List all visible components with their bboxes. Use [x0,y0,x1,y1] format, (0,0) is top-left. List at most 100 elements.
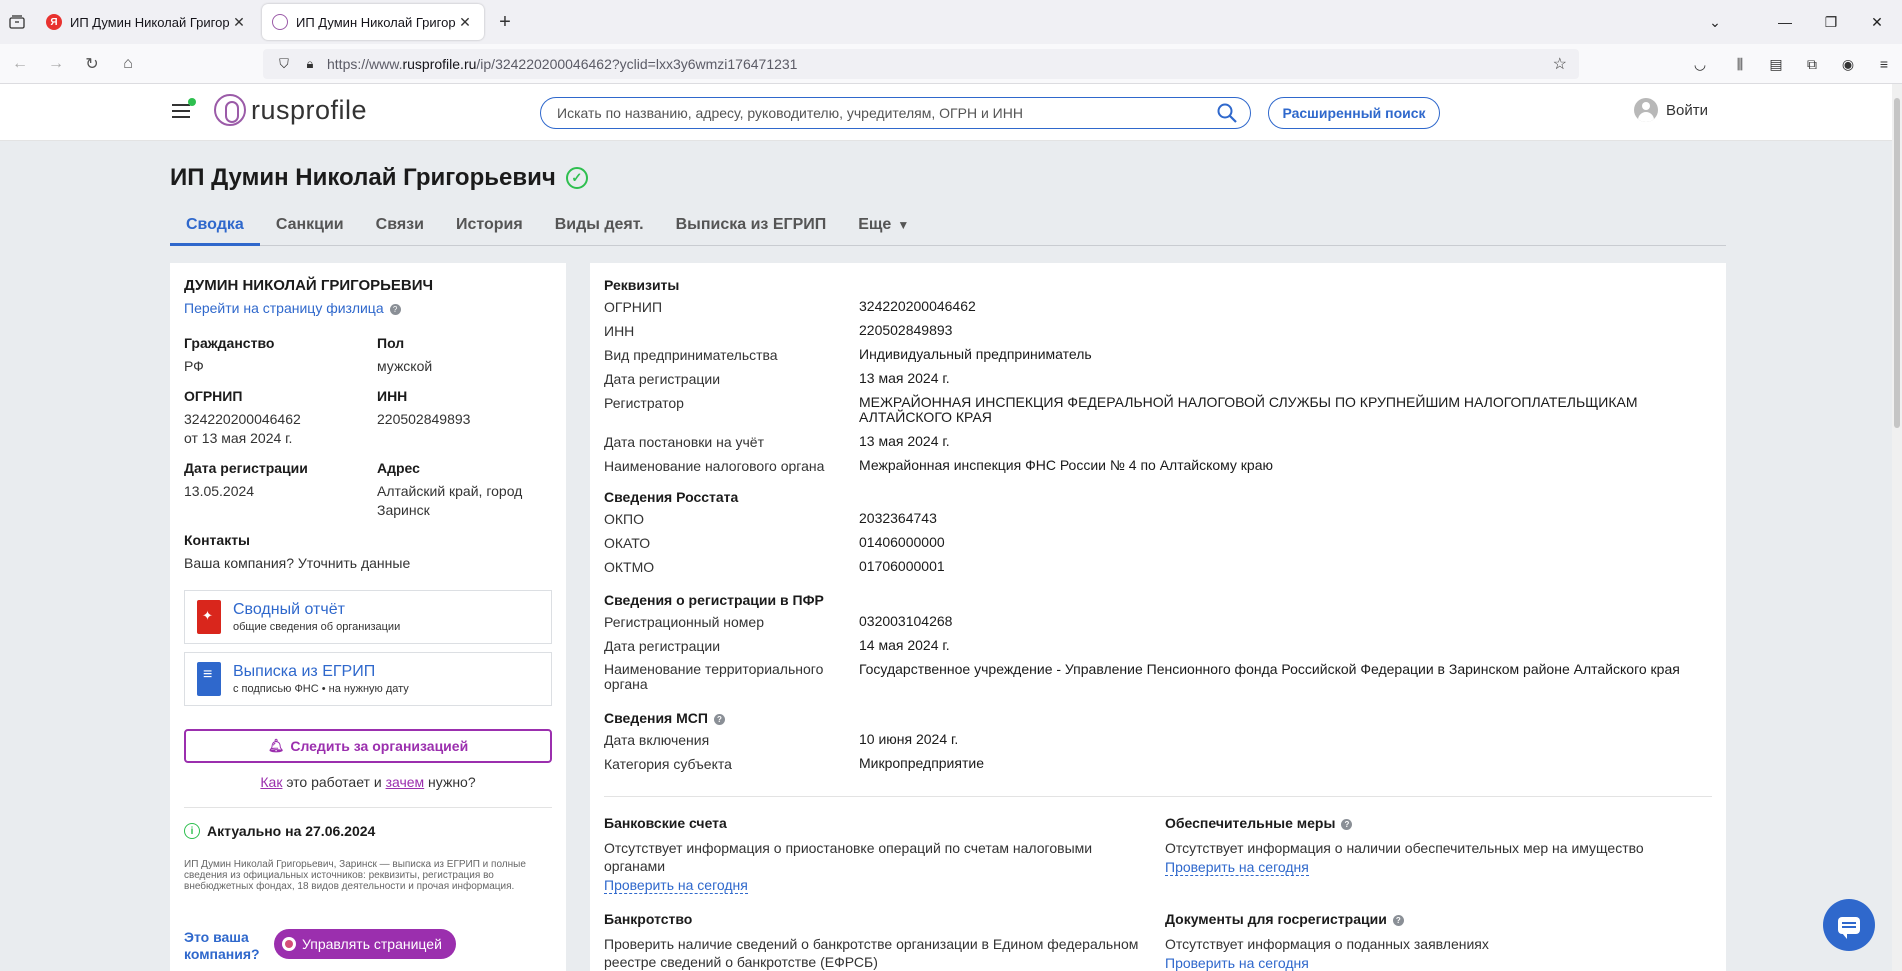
field-label: Гражданство [184,335,275,351]
extract-subtitle: с подписью ФНС • на нужную дату [233,683,409,695]
check-today-link[interactable]: Проверить на сегодня [1165,859,1309,876]
msp-title-text: Сведения МСП [604,710,708,726]
help-icon[interactable]: ? [713,714,725,725]
tab-egrip-extract[interactable]: Выписка из ЕГРИП [660,213,843,246]
tab-overflow-chevron-icon[interactable]: ⌄ [1692,14,1738,31]
pdf-icon [197,600,221,634]
tab-links[interactable]: Связи [360,213,440,246]
close-tab-icon[interactable]: ✕ [230,14,248,31]
close-window-icon[interactable]: ✕ [1854,14,1900,31]
chat-button[interactable] [1823,899,1875,951]
account-icon[interactable]: ◉ [1830,56,1866,73]
field-value: РФ [184,358,204,374]
extensions-icon[interactable]: ⧉ [1794,56,1830,73]
restore-icon[interactable]: ❐ [1808,14,1854,31]
check-today-link[interactable]: Проверить на сегодня [604,877,748,894]
bookmark-star-icon[interactable]: ☆ [1553,54,1567,74]
tab-summary[interactable]: Сводка [170,213,260,246]
field-label: ИНН [377,388,408,404]
close-tab-icon[interactable]: ✕ [456,14,474,31]
details-card: Реквизиты ОГРНИП 324220200046462 ИНН 22050… [590,263,1726,971]
contacts-link[interactable]: Ваша компания? Уточнить данные [184,554,410,573]
row-key: ОГРНИП [604,299,663,315]
pfr-title: Сведения о регистрации в ПФР [604,592,824,608]
search-icon[interactable] [1216,102,1238,127]
new-tab-button[interactable]: + [490,7,520,37]
row-value: 13 мая 2024 г. [859,433,950,449]
help-icon[interactable]: ? [1341,819,1353,830]
page-description: ИП Думин Николай Григорьевич, Заринск — … [184,859,526,892]
extract-title: Выписка из ЕГРИП [233,663,376,680]
help-icon[interactable]: ? [1392,915,1404,926]
home-icon[interactable]: ⌂ [110,48,146,80]
back-icon[interactable]: ← [2,48,38,80]
actual-date-text: Актуально на 27.06.2024 [207,823,376,839]
address-field: Адрес Алтайский край, город Заринск [377,460,552,520]
citizenship-field: Гражданство РФ [184,335,274,376]
forward-icon[interactable]: → [38,48,74,80]
hamburger-menu-icon[interactable] [172,98,196,118]
tab-list-icon[interactable] [2,7,32,37]
tab-sanctions[interactable]: Санкции [260,213,360,246]
row-key: ОКПО [604,511,644,527]
login-button[interactable]: Войти [1634,98,1708,122]
row-key: Дата включения [604,732,710,748]
scrollbar-thumb[interactable] [1894,98,1900,428]
shield-icon[interactable]: ⛉ [271,56,297,72]
help-icon[interactable]: ? [389,304,401,315]
sidebar-icon[interactable]: ▤ [1758,56,1794,73]
url-text: https://www.rusprofile.ru/ip/32422020004… [327,56,797,72]
url-host: rusprofile.ru [402,56,477,72]
url-path: /ip/324220200046462?yclid=lxx3y6wmzi1764… [476,56,798,72]
block-description: Проверить наличие сведений о банкротстве… [604,936,1139,970]
regdate-field: Дата регистрации 13.05.2024 [184,460,308,501]
row-value: Государственное учреждение - Управление … [859,661,1680,677]
egrip-extract-button[interactable]: Выписка из ЕГРИП с подписью ФНС • на нуж… [184,652,552,706]
follow-organization-button[interactable]: 🔔︎ Следить за организацией [184,729,552,763]
library-icon[interactable]: ⫼ [1722,56,1758,73]
row-value: 2032364743 [859,510,937,526]
how-text: нужно? [424,774,476,790]
how-link[interactable]: Как [260,774,282,790]
menu-icon[interactable]: ≡ [1866,56,1902,72]
summary-report-button[interactable]: Сводный отчёт общие сведения об организа… [184,590,552,644]
row-value: 220502849893 [859,322,953,338]
row-key: Вид предпринимательства [604,347,778,363]
avatar-icon [1634,98,1658,122]
browser-tab-2[interactable]: ИП Думин Николай Григорьевич ✕ [262,4,484,40]
how-text: это работает и [282,774,386,790]
url-prefix: https://www. [327,56,403,72]
person-page-link[interactable]: Перейти на страницу физлица [184,300,384,316]
rusprofile-logo[interactable]: rusprofile [214,94,367,126]
row-value: 14 мая 2024 г. [859,637,950,653]
check-today-link[interactable]: Проверить на сегодня [1165,955,1309,971]
tab-activities[interactable]: Виды деят. [539,213,660,246]
field-label: Контакты [184,532,251,548]
url-bar[interactable]: ⛉ 🔒︎ https://www.rusprofile.ru/ip/324220… [263,49,1579,79]
block-description: Отсутствует информация о наличии обеспеч… [1165,840,1644,856]
signed-document-icon [197,662,221,696]
pocket-icon[interactable]: ◡ [1682,56,1718,73]
row-value: 13 мая 2024 г. [859,370,950,386]
report-subtitle: общие сведения об организации [233,621,401,633]
browser-tab-1[interactable]: Я ИП Думин Николай Григорьевич ✕ [36,4,258,40]
page-title: ИП Думин Николай Григорьевич ✓ [170,164,588,192]
lock-icon[interactable]: 🔒︎ [297,56,323,72]
page-scrollbar[interactable] [1892,84,1902,971]
why-link[interactable]: зачем [386,774,425,790]
chat-icon [1838,916,1860,939]
search-input[interactable]: Искать по названию, адресу, руководителю… [540,97,1251,129]
minimize-icon[interactable]: — [1762,14,1808,30]
tab-title: ИП Думин Николай Григорьевич [70,14,230,30]
inn-field: ИНН 220502849893 [377,388,470,429]
advanced-search-button[interactable]: Расширенный поиск [1268,97,1440,129]
your-company-link[interactable]: Это ваша компания? [184,929,268,963]
msp-title: Сведения МСП? [604,710,725,726]
manage-page-button[interactable]: Управлять страницей [274,929,456,959]
reload-icon[interactable]: ↻ [74,48,110,80]
tab-history[interactable]: История [440,213,539,246]
tab-more[interactable]: Еще ▼ [842,213,925,246]
how-it-works-text: Как это работает и зачем нужно? [170,774,566,790]
page-title-text: ИП Думин Николай Григорьевич [170,164,556,191]
field-value: 13.05.2024 [184,483,255,499]
